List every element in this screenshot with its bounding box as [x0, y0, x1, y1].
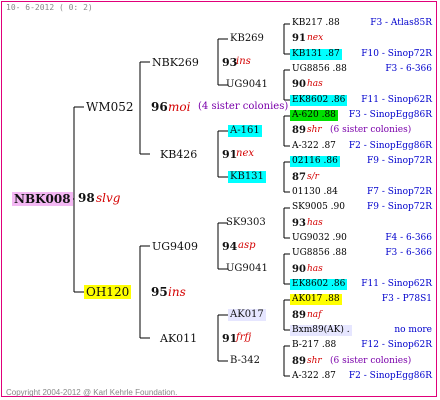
g4-bee-name[interactable]: AK017 .88 [290, 294, 342, 306]
g4-tag: s/r [307, 171, 319, 182]
g4-score: 90 [292, 263, 306, 275]
g4-bee-name[interactable]: 01130 .84 [292, 187, 338, 197]
g4-bee-name[interactable]: A-322 .87 [292, 141, 336, 151]
g4-bee-name[interactable]: EK8602 .86 [290, 94, 348, 106]
g2-bee-name[interactable]: AK011 [160, 333, 197, 344]
g1-sister-note: (4 sister colonies) [198, 101, 289, 112]
g4-tag: nex [307, 33, 324, 44]
g4-bee-name[interactable]: UG8856 .88 [292, 249, 347, 258]
g4-score: 90 [292, 79, 306, 91]
g3-bee-name[interactable]: KB131 [228, 171, 266, 183]
root-tag: slvg [96, 191, 121, 205]
g2-score: 94 [222, 240, 238, 253]
g4-score: 89 [292, 355, 306, 367]
footer-copyright: Copyright 2004-2012 @ Karl Kehrle Founda… [6, 388, 178, 397]
g4-bee-name[interactable]: Bxm89(AK) . [290, 325, 352, 336]
root-bee-name[interactable]: NBK008 [12, 192, 73, 206]
g4-origin-label[interactable]: F11 - Sinop62R [361, 95, 432, 105]
g4-origin-label[interactable]: F11 - Sinop62R [361, 279, 432, 289]
g4-bee-name[interactable]: EK8602 .86 [290, 278, 348, 290]
g4-bee-name[interactable]: SK9005 .90 [292, 203, 345, 212]
g4-sister-note: (6 sister colonies) [330, 125, 412, 136]
g2-tag: nex [236, 148, 254, 159]
g4-origin-label[interactable]: F2 - SinopEgg86R [349, 372, 432, 381]
g4-score: 89 [292, 309, 306, 321]
g4-bee-name[interactable]: A-322 .87 [292, 372, 336, 381]
g4-bee-name[interactable]: A-620 .88 [290, 110, 338, 122]
g1-score: 96 [151, 100, 168, 114]
g4-origin-label[interactable]: F2 - SinopEgg86R [349, 141, 432, 151]
g3-bee-name[interactable]: KB269 [230, 34, 264, 44]
g4-origin-label[interactable]: F9 - Sinop72R [367, 157, 432, 166]
g3-bee-name[interactable]: B-342 [230, 356, 260, 366]
g4-bee-name[interactable]: KB217 .88 [292, 19, 340, 28]
g4-tag: has [307, 217, 323, 228]
g4-tag: shr [307, 125, 322, 136]
g1-score: 95 [151, 285, 168, 299]
g4-origin-label[interactable]: no more [394, 326, 432, 335]
g2-tag: frfj [236, 332, 252, 343]
g4-origin-label[interactable]: F3 - P78S1 [382, 295, 432, 304]
root-score: 98 [78, 191, 95, 205]
g4-origin-label[interactable]: F3 - 6-366 [385, 249, 432, 258]
g4-bee-name[interactable]: 02116 .86 [290, 156, 340, 168]
g3-bee-name[interactable]: UG9041 [226, 264, 268, 274]
g4-origin-label[interactable]: F3 - 6-366 [385, 65, 432, 74]
g2-tag: ins [236, 56, 251, 67]
g1-tag: moi [168, 100, 191, 114]
g3-bee-name[interactable]: A-161 [228, 125, 262, 137]
g4-score: 87 [292, 171, 306, 183]
g2-bee-name[interactable]: UG9409 [152, 241, 198, 252]
g3-bee-name[interactable]: UG9041 [226, 80, 268, 90]
g4-bee-name[interactable]: B-217 .88 [292, 341, 336, 350]
g4-origin-label[interactable]: F9 - Sinop72R [367, 203, 432, 212]
g4-score: 93 [292, 217, 306, 229]
g4-score: 91 [292, 33, 306, 45]
g2-bee-name[interactable]: NBK269 [152, 57, 199, 68]
g4-origin-label[interactable]: F7 - Sinop72R [367, 187, 432, 197]
g4-tag: naf [307, 309, 322, 320]
g4-tag: shr [307, 355, 322, 366]
header-timestamp: 10- 6-2012 ( 0: 2) [6, 3, 93, 12]
g2-bee-name[interactable]: KB426 [160, 149, 197, 160]
g1-tag: ins [168, 285, 186, 299]
g3-bee-name[interactable]: AK017 [228, 309, 266, 321]
g2-tag: asp [238, 240, 256, 251]
g4-bee-name[interactable]: UG8856 .88 [292, 65, 347, 74]
g4-origin-label[interactable]: F10 - Sinop72R [361, 49, 432, 59]
g4-sister-note: (6 sister colonies) [330, 355, 412, 366]
g4-bee-name[interactable]: UG9032 .90 [292, 233, 347, 243]
g1-bee-name[interactable]: WM052 [86, 101, 134, 113]
g4-tag: has [307, 263, 323, 274]
g4-bee-name[interactable]: KB131 .87 [290, 48, 342, 60]
g1-bee-name[interactable]: OH120 [84, 285, 132, 299]
g4-score: 89 [292, 125, 306, 137]
g3-bee-name[interactable]: SK9303 [226, 218, 266, 228]
g4-origin-label[interactable]: F12 - Sinop62R [361, 341, 432, 350]
g4-tag: has [307, 79, 323, 90]
g4-origin-label[interactable]: F3 - SinopEgg86R [349, 111, 432, 120]
g4-origin-label[interactable]: F4 - 6-366 [385, 233, 432, 243]
g4-origin-label[interactable]: F3 - Atlas85R [370, 19, 432, 28]
